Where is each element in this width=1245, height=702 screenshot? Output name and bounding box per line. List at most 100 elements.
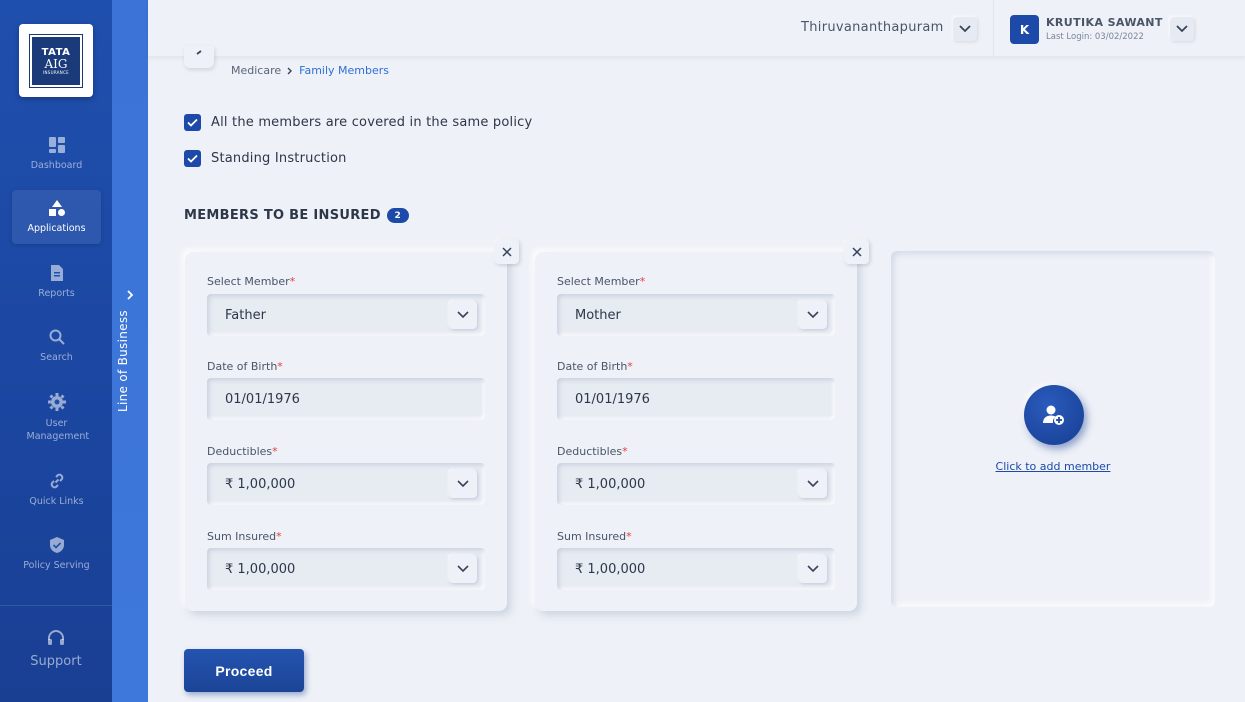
- remove-member-button[interactable]: [495, 240, 519, 264]
- deductibles-label: Deductibles*: [557, 445, 628, 458]
- sidebar-item-policy-serving[interactable]: Policy Serving: [12, 527, 101, 581]
- dob-label: Date of Birth*: [557, 360, 633, 373]
- back-button[interactable]: [184, 46, 214, 68]
- standing-instruction-label: Standing Instruction: [211, 151, 347, 166]
- section-title-text: MEMBERS TO BE INSURED: [184, 208, 381, 223]
- user-name: KRUTIKA SAWANT: [1046, 16, 1163, 29]
- close-icon: [852, 247, 862, 257]
- select-member-dropdown[interactable]: Mother: [557, 294, 835, 336]
- checkmark-icon: [187, 118, 198, 127]
- chevron-down-icon: [807, 480, 819, 488]
- search-icon: [49, 329, 65, 345]
- add-member-card: Click to add member: [891, 251, 1215, 607]
- dropdown-toggle[interactable]: [449, 301, 477, 329]
- dropdown-toggle[interactable]: [799, 470, 827, 498]
- sidebar-item-reports[interactable]: Reports: [12, 255, 101, 309]
- line-of-business-toggle[interactable]: Line of Business: [112, 0, 148, 702]
- city-dropdown-button[interactable]: [953, 17, 977, 41]
- dob-label: Date of Birth*: [207, 360, 283, 373]
- top-header: Thiruvananthapuram K KRUTIKA SAWANT Last…: [148, 0, 1245, 57]
- select-member-dropdown[interactable]: Father: [207, 294, 485, 336]
- sidebar-divider: [0, 605, 112, 606]
- sidebar-item-label: User Management: [26, 417, 90, 442]
- gear-icon: [47, 392, 66, 411]
- deductibles-dropdown[interactable]: ₹ 1,00,000: [207, 463, 485, 505]
- close-icon: [502, 247, 512, 257]
- deductibles-value: ₹ 1,00,000: [225, 476, 296, 492]
- chevron-down-icon: [457, 311, 469, 319]
- chevron-down-icon: [807, 311, 819, 319]
- chevron-down-icon: [457, 480, 469, 488]
- chevron-left-icon: [196, 50, 202, 55]
- select-member-label: Select Member*: [557, 275, 646, 288]
- sum-insured-dropdown[interactable]: ₹ 1,00,000: [557, 548, 835, 590]
- chevron-down-icon: [959, 25, 971, 33]
- sidebar-item-label: Search: [40, 352, 73, 363]
- sidebar-item-label: Dashboard: [30, 160, 83, 171]
- chevron-right-icon: [127, 290, 134, 300]
- sum-insured-dropdown[interactable]: ₹ 1,00,000: [207, 548, 485, 590]
- select-member-value: Father: [225, 307, 266, 323]
- dob-field[interactable]: 01/01/1976: [207, 378, 485, 420]
- chevron-down-icon: [807, 565, 819, 573]
- proceed-button[interactable]: Proceed: [184, 649, 304, 692]
- support-button[interactable]: Support: [0, 628, 112, 669]
- shapes-icon: [48, 200, 65, 216]
- sum-insured-label: Sum Insured*: [557, 530, 632, 543]
- select-member-value: Mother: [575, 307, 621, 323]
- sidebar-item-search[interactable]: Search: [12, 319, 101, 373]
- brand-logo[interactable]: TATA AIG INSURANCE: [19, 24, 93, 97]
- sidebar-item-applications[interactable]: Applications: [12, 190, 101, 244]
- select-member-label: Select Member*: [207, 275, 296, 288]
- chevron-down-icon: [1176, 25, 1188, 33]
- sidebar-item-user-management[interactable]: User Management: [12, 386, 101, 448]
- same-policy-label: All the members are covered in the same …: [211, 115, 533, 130]
- member-card: Select Member* Father Date of Birth* 01/…: [185, 240, 519, 611]
- dropdown-toggle[interactable]: [799, 301, 827, 329]
- standing-instruction-checkbox[interactable]: [184, 150, 201, 167]
- member-count-badge: 2: [386, 208, 409, 223]
- sum-insured-value: ₹ 1,00,000: [575, 561, 646, 577]
- dropdown-toggle[interactable]: [449, 555, 477, 583]
- dashboard-icon: [48, 137, 65, 153]
- sidebar-item-label: Reports: [38, 288, 75, 299]
- add-member-link[interactable]: Click to add member: [891, 460, 1215, 473]
- sidebar-item-quick-links[interactable]: Quick Links: [12, 463, 101, 517]
- user-menu-button[interactable]: [1170, 17, 1194, 41]
- city-selector-label: Thiruvananthapuram: [801, 20, 944, 35]
- support-label: Support: [30, 654, 82, 669]
- same-policy-option: All the members are covered in the same …: [184, 114, 532, 131]
- chevron-right-icon: [287, 67, 293, 74]
- breadcrumb-current: Family Members: [299, 64, 390, 77]
- shield-icon: [49, 537, 64, 553]
- line-of-business-label: Line of Business: [116, 310, 130, 412]
- sidebar-item-label: Applications: [27, 223, 86, 234]
- dob-value: 01/01/1976: [575, 391, 650, 407]
- dropdown-toggle[interactable]: [799, 555, 827, 583]
- deductibles-dropdown[interactable]: ₹ 1,00,000: [557, 463, 835, 505]
- header-divider: [993, 0, 994, 57]
- breadcrumb: Medicare Family Members: [231, 64, 389, 77]
- standing-instruction-option: Standing Instruction: [184, 150, 347, 167]
- remove-member-button[interactable]: [845, 240, 869, 264]
- sidebar-item-label: Quick Links: [29, 496, 84, 507]
- deductibles-label: Deductibles*: [207, 445, 278, 458]
- same-policy-checkbox[interactable]: [184, 114, 201, 131]
- breadcrumb-parent[interactable]: Medicare: [231, 64, 281, 77]
- headset-icon: [48, 630, 64, 645]
- dob-field[interactable]: 01/01/1976: [557, 378, 835, 420]
- last-login: Last Login: 03/02/2022: [1046, 32, 1144, 42]
- dropdown-toggle[interactable]: [449, 470, 477, 498]
- chevron-down-icon: [457, 565, 469, 573]
- add-user-icon: [1043, 405, 1064, 425]
- members-section-title: MEMBERS TO BE INSURED 2: [184, 208, 409, 223]
- add-member-button[interactable]: [1024, 385, 1084, 445]
- member-card: Select Member* Mother Date of Birth* 01/…: [535, 240, 869, 611]
- checkmark-icon: [187, 154, 198, 163]
- sidebar-item-dashboard[interactable]: Dashboard: [12, 127, 101, 181]
- avatar[interactable]: K: [1010, 15, 1039, 44]
- document-icon: [50, 265, 63, 281]
- sum-insured-label: Sum Insured*: [207, 530, 282, 543]
- dob-value: 01/01/1976: [225, 391, 300, 407]
- sidebar: TATA AIG INSURANCE Dashboard Application…: [0, 0, 112, 702]
